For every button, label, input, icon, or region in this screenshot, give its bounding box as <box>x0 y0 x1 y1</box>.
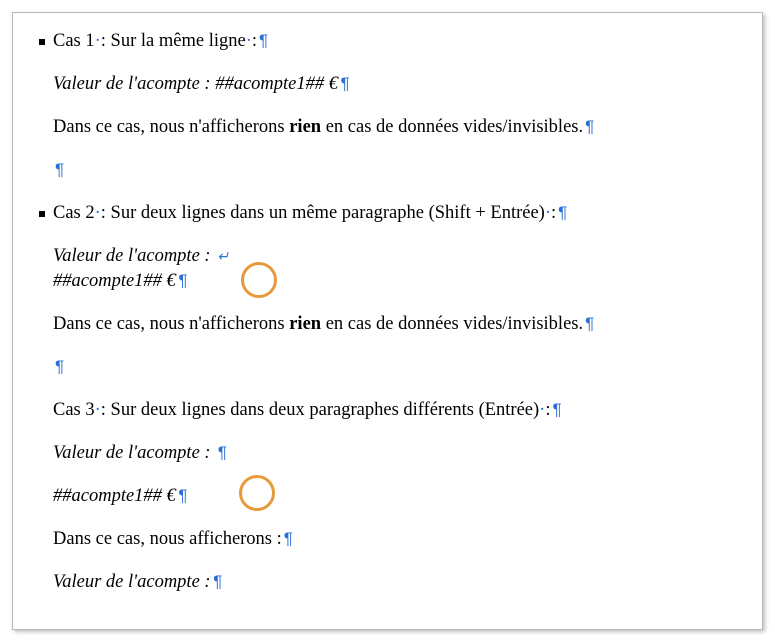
cas3-line4: Dans ce cas, nous afficherons : <box>53 529 282 549</box>
cas2-line3-post: en cas de données vides/invisibles. <box>321 314 583 334</box>
document-page: Cas 1·: Sur la même ligne·:¶ Valeur de l… <box>12 12 763 630</box>
cas1-line3-pre: Dans ce cas, nous n'afficherons <box>53 117 289 137</box>
cas3-line3: ##acompte1## € <box>53 486 176 506</box>
list-item: Cas 2·: Sur deux lignes dans un même par… <box>39 201 740 226</box>
pilcrow-icon: ¶ <box>556 203 567 222</box>
paragraph: Dans ce cas, nous afficherons :¶ <box>39 527 740 552</box>
cas1-line2: Valeur de l'acompte : ##acompte1## € <box>53 74 338 94</box>
cas2-line3-pre: Dans ce cas, nous n'afficherons <box>53 314 289 334</box>
cas3-line2: Valeur de l'acompte : <box>53 443 215 463</box>
cas1-line3-bold: rien <box>289 117 321 137</box>
empty-paragraph: ¶ <box>39 355 740 380</box>
pilcrow-icon: ¶ <box>53 357 64 376</box>
pilcrow-icon: ¶ <box>211 572 222 591</box>
pilcrow-icon: ¶ <box>282 529 293 548</box>
cas3-line5: Valeur de l'acompte : <box>53 572 211 592</box>
pilcrow-icon: ¶ <box>176 271 187 290</box>
paragraph: Cas 3·: Sur deux lignes dans deux paragr… <box>39 398 740 423</box>
pilcrow-icon: ¶ <box>550 400 561 419</box>
pilcrow-icon: ¶ <box>583 117 594 136</box>
paragraph: Valeur de l'acompte : ¶ <box>39 441 740 466</box>
pilcrow-icon: ¶ <box>338 74 349 93</box>
pilcrow-icon: ¶ <box>583 314 594 333</box>
list-item: Cas 1·: Sur la même ligne·:¶ <box>39 29 740 54</box>
linebreak-icon: ↵ <box>215 248 229 264</box>
cas1-header-prefix: Cas 1 <box>53 31 95 51</box>
paragraph: Dans ce cas, nous n'afficherons rien en … <box>39 115 740 140</box>
pilcrow-icon: ¶ <box>257 31 268 50</box>
cas2-line2a: Valeur de l'acompte : <box>53 246 215 266</box>
paragraph: Valeur de l'acompte : ↵ ##acompte1## €¶ <box>39 244 740 294</box>
cas2-header-rest: : Sur deux lignes dans un même paragraph… <box>101 203 545 223</box>
paragraph: Valeur de l'acompte :¶ <box>39 570 740 595</box>
bullet-icon <box>39 211 45 217</box>
pilcrow-icon: ¶ <box>176 486 187 505</box>
bullet-icon <box>39 39 45 45</box>
list-item-content: Cas 1·: Sur la même ligne·:¶ <box>53 29 740 54</box>
paragraph: Dans ce cas, nous n'afficherons rien en … <box>39 312 740 337</box>
pilcrow-icon: ¶ <box>53 160 64 179</box>
cas2-line2b: ##acompte1## € <box>53 271 176 291</box>
cas2-header-prefix: Cas 2 <box>53 203 95 223</box>
cas2-line3-bold: rien <box>289 314 321 334</box>
cas3-header-prefix: Cas 3 <box>53 400 95 420</box>
paragraph: ##acompte1## €¶ <box>39 484 740 509</box>
list-item-content: Cas 2·: Sur deux lignes dans un même par… <box>53 201 740 226</box>
cas1-line3-post: en cas de données vides/invisibles. <box>321 117 583 137</box>
cas1-header-rest: : Sur la même ligne <box>101 31 246 51</box>
empty-paragraph: ¶ <box>39 158 740 183</box>
cas3-header-rest: : Sur deux lignes dans deux paragraphes … <box>101 400 539 420</box>
pilcrow-icon: ¶ <box>215 443 226 462</box>
paragraph: Valeur de l'acompte : ##acompte1## €¶ <box>39 72 740 97</box>
